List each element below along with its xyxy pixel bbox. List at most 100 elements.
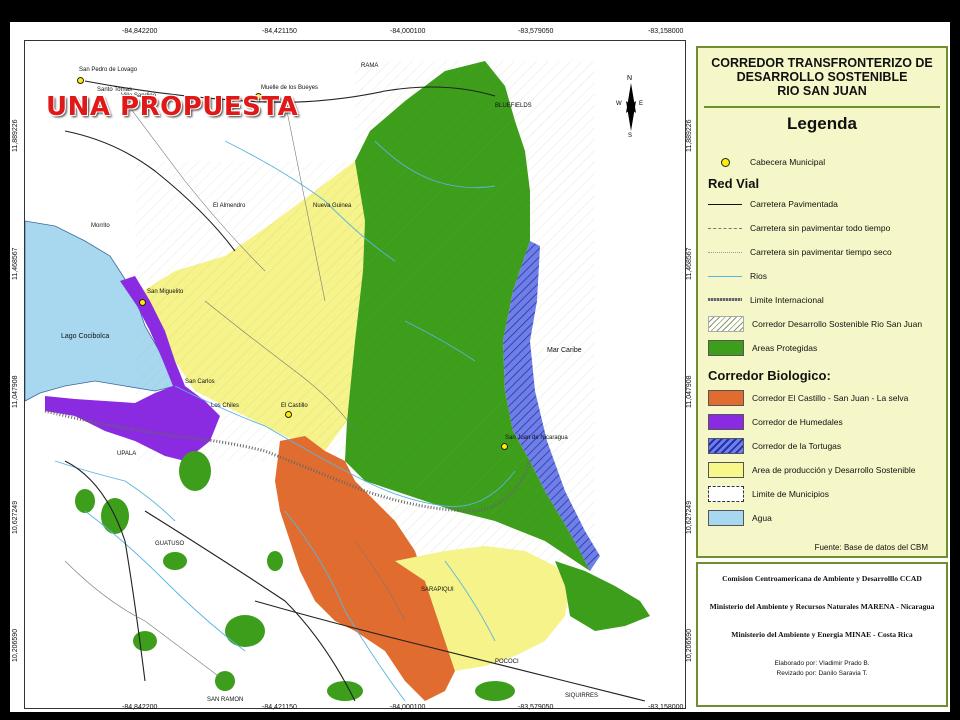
legend-label: Rios — [750, 271, 768, 281]
unpaved-road-icon — [708, 221, 742, 235]
legend-item-border: Limite Internacional — [708, 292, 824, 308]
city-marker — [285, 411, 292, 418]
coord-bottom-1: -84,421150 — [262, 704, 297, 711]
place-sarapiqui: SARAPIQUI — [421, 587, 454, 593]
coord-top-2: -84,000100 — [390, 28, 426, 35]
hatch-icon — [708, 316, 744, 332]
municipio-swatch — [708, 486, 744, 502]
place-bluefields: BLUEFIELDS — [495, 103, 532, 109]
legend-item-road-paved: Carretera Pavimentada — [708, 196, 838, 212]
legend-item-road-dry: Carretera sin pavimentar tiempo seco — [708, 244, 892, 260]
legend-label: Limite Internacional — [750, 295, 824, 305]
legend-label: Cabecera Municipal — [750, 157, 826, 167]
coord-top-3: -83,579050 — [518, 28, 554, 35]
legend-item-cabecera: Cabecera Municipal — [708, 154, 825, 170]
legend-item-municipios: Limite de Municipios — [708, 486, 829, 502]
legend-item-castillo: Corredor El Castillo - San Juan - La sel… — [708, 390, 908, 406]
coord-bottom-3: -83,579050 — [518, 704, 554, 711]
paved-road-icon — [708, 197, 742, 211]
legend-item-agua: Agua — [708, 510, 772, 526]
credits-panel: Comision Centroamericana de Ambiente y D… — [696, 562, 948, 707]
legend-item-corridor-sustainable: Corredor Desarrollo Sostenible Rio San J… — [708, 316, 922, 332]
place-san-pedro: San Pedro de Lovago — [79, 67, 138, 73]
legend-label: Carretera sin pavimentar tiempo seco — [750, 247, 892, 257]
place-pococi: POCOCI — [495, 659, 519, 665]
place-guatuso: GUATUSO — [155, 541, 185, 547]
legend-group-corredor: Corredor Biologico: — [708, 368, 831, 383]
coord-left-4: 10,206590 — [12, 628, 19, 662]
castillo-swatch — [708, 390, 744, 406]
coord-left-3: 10,627249 — [12, 500, 19, 534]
city-marker — [139, 299, 146, 306]
credit-line-2: Ministerio del Ambiente y Recursos Natur… — [709, 602, 935, 611]
corridor-map — [25, 41, 685, 708]
legend-heading: Legenda — [787, 114, 857, 133]
legend-item-rivers: Rios — [708, 268, 767, 284]
coord-right-3: 10,627249 — [686, 500, 693, 534]
legend-title: CORREDOR TRANSFRONTERIZO DE DESARROLLO S… — [698, 56, 946, 98]
tortugas-swatch — [708, 438, 744, 454]
place-san-carlos: San Carlos — [185, 379, 215, 385]
coord-right-4: 10,206590 — [686, 628, 693, 662]
legend-label: Agua — [752, 513, 772, 523]
coord-left-1: 11,468567 — [12, 247, 19, 280]
place-upala: UPALA — [117, 451, 137, 457]
produccion-swatch — [708, 462, 744, 478]
place-san-juan-nic: San Juan de Nicaragua — [505, 435, 568, 441]
coord-right-1: 11,468567 — [686, 247, 693, 280]
coord-right-0: 11,889226 — [686, 119, 693, 152]
place-morrito: Morrito — [91, 223, 110, 229]
agua-swatch — [708, 510, 744, 526]
north-arrow-s: S — [628, 133, 633, 139]
north-arrow-n: N — [627, 75, 633, 82]
label-mar: Mar Caribe — [547, 347, 582, 354]
border-icon — [708, 293, 742, 307]
place-siquirres: SIQUIRRES — [565, 693, 599, 699]
legend-group-red-vial: Red Vial — [708, 176, 760, 191]
place-rama: RAMA — [361, 63, 379, 69]
slide-background: N E W S Lago Cocibolca Mar Caribe San Pe… — [0, 0, 960, 720]
credit-revisado: Revizado por: Danilo Saravia T. — [776, 670, 868, 677]
coord-bottom-2: -84,000100 — [390, 704, 426, 711]
legend-item-road-all-weather: Carretera sin pavimentar todo tiempo — [708, 220, 890, 236]
map-frame: N E W S Lago Cocibolca Mar Caribe San Pe… — [24, 40, 686, 709]
place-muelle: Muelle de los Bueyes — [261, 85, 319, 91]
legend-title-line-1: CORREDOR TRANSFRONTERIZO DE — [711, 56, 933, 70]
protected-area-swatch — [708, 340, 744, 356]
headline: UNA PROPUESTA — [46, 92, 299, 122]
humedales-swatch — [708, 414, 744, 430]
legend-label: Carretera sin pavimentar todo tiempo — [750, 223, 891, 233]
coord-top-0: -84,842200 — [122, 28, 158, 35]
coord-top-4: -83,158000 — [648, 28, 684, 35]
north-arrow-e: E — [639, 101, 644, 107]
coord-left-0: 11,889226 — [12, 119, 19, 152]
legend-label: Corredor de la Tortugas — [752, 441, 842, 451]
legend-label: Areas Protegidas — [752, 343, 818, 353]
legend-label: Area de producción y Desarrollo Sostenib… — [752, 465, 916, 475]
legend-label: Corredor de Humedales — [752, 417, 843, 427]
coord-top-1: -84,421150 — [262, 28, 297, 35]
legend-label: Corredor Desarrollo Sostenible Rio San J… — [752, 319, 923, 329]
north-arrow-w: W — [616, 101, 622, 107]
legend-label: Carretera Pavimentada — [750, 199, 838, 209]
legend-panel: CORREDOR TRANSFRONTERIZO DE DESARROLLO S… — [696, 46, 948, 558]
slide: N E W S Lago Cocibolca Mar Caribe San Pe… — [10, 22, 950, 712]
place-san-ramon: SAN RAMON — [207, 697, 244, 703]
coord-right-2: 11,047908 — [686, 375, 693, 408]
legend-item-produccion: Area de producción y Desarrollo Sostenib… — [708, 462, 915, 478]
legend-divider — [704, 106, 940, 108]
city-marker — [501, 443, 508, 450]
coord-bottom-4: -83,158000 — [648, 704, 684, 711]
legend-label: Corredor El Castillo - San Juan - La sel… — [752, 393, 909, 403]
place-san-miguelito: San Miguelito — [147, 289, 184, 295]
place-el-almendro: El Almendro — [213, 203, 246, 209]
label-lago: Lago Cocibolca — [61, 333, 110, 340]
legend-source: Fuente: Base de datos del CBM — [814, 543, 928, 552]
legend-item-humedales: Corredor de Humedales — [708, 414, 843, 430]
city-marker — [77, 77, 84, 84]
place-los-chiles: Los Chiles — [211, 403, 240, 409]
legend-title-line-3: RIO SAN JUAN — [777, 84, 867, 98]
place-el-castillo: El Castillo — [281, 403, 308, 409]
legend-item-tortugas: Corredor de la Tortugas — [708, 438, 841, 454]
place-nueva-guinea: Nueva Guinea — [313, 203, 352, 209]
